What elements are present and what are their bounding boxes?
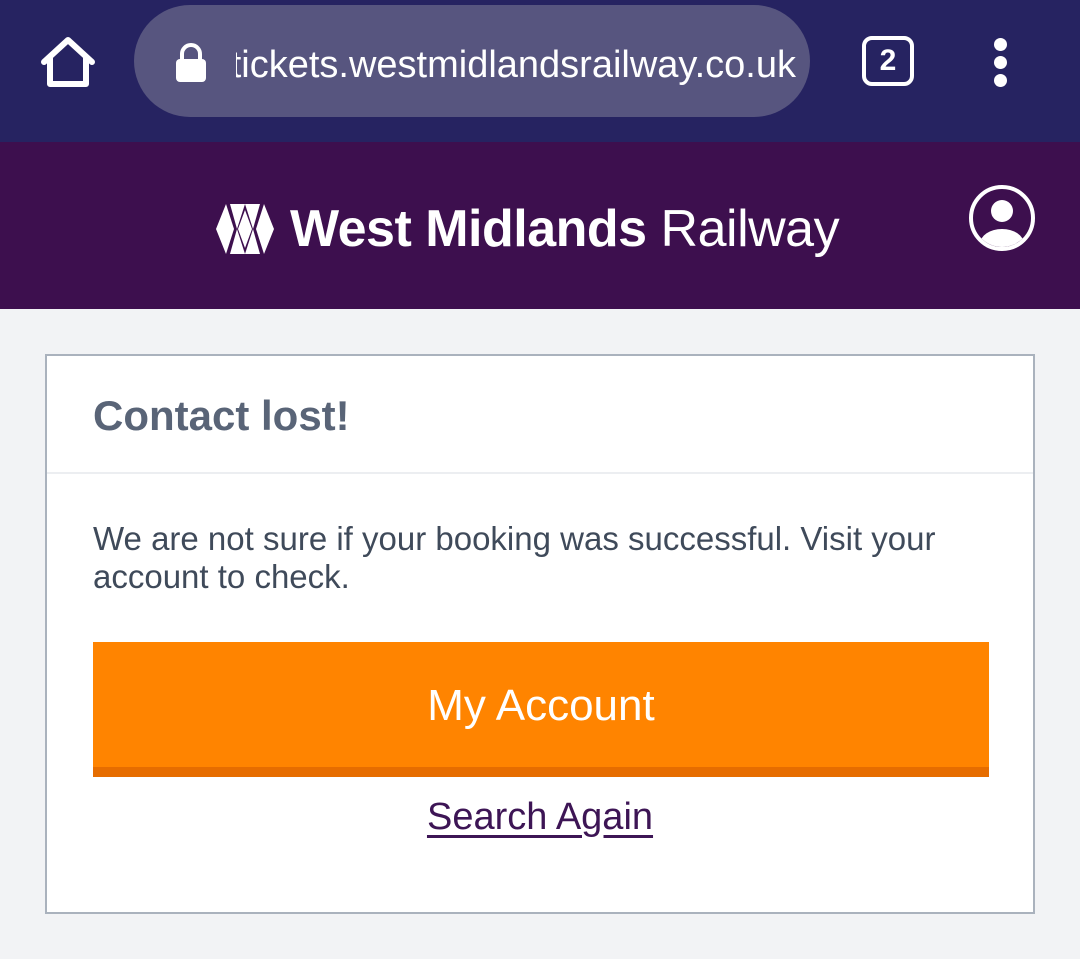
card-title: Contact lost!	[93, 392, 350, 439]
card-message: We are not sure if your booking was succ…	[93, 520, 936, 595]
home-icon[interactable]	[38, 34, 98, 90]
contact-lost-card: Contact lost! We are not sure if your bo…	[45, 354, 1035, 914]
brand-logo[interactable]: West Midlands Railway	[214, 194, 840, 264]
brand-name-bold: West Midlands	[290, 200, 647, 258]
user-account-icon[interactable]	[968, 184, 1036, 252]
overflow-menu-icon[interactable]	[988, 36, 1014, 88]
site-header: West Midlands Railway	[0, 142, 1080, 309]
card-header: Contact lost!	[47, 356, 1033, 474]
address-bar[interactable]: tickets.westmidlandsrailway.co.uk	[134, 5, 810, 117]
brand-name: West Midlands Railway	[290, 199, 840, 259]
browser-toolbar: tickets.westmidlandsrailway.co.uk 2	[0, 0, 1080, 142]
tab-switcher-button[interactable]: 2	[862, 36, 914, 86]
wmr-logo-icon	[216, 204, 274, 254]
brand-name-regular: Railway	[660, 200, 840, 258]
search-again-link[interactable]: Search Again	[47, 796, 1033, 839]
lock-icon	[174, 43, 208, 83]
url-text: tickets.westmidlandsrailway.co.uk	[236, 44, 796, 86]
my-account-button[interactable]: My Account	[93, 642, 989, 777]
